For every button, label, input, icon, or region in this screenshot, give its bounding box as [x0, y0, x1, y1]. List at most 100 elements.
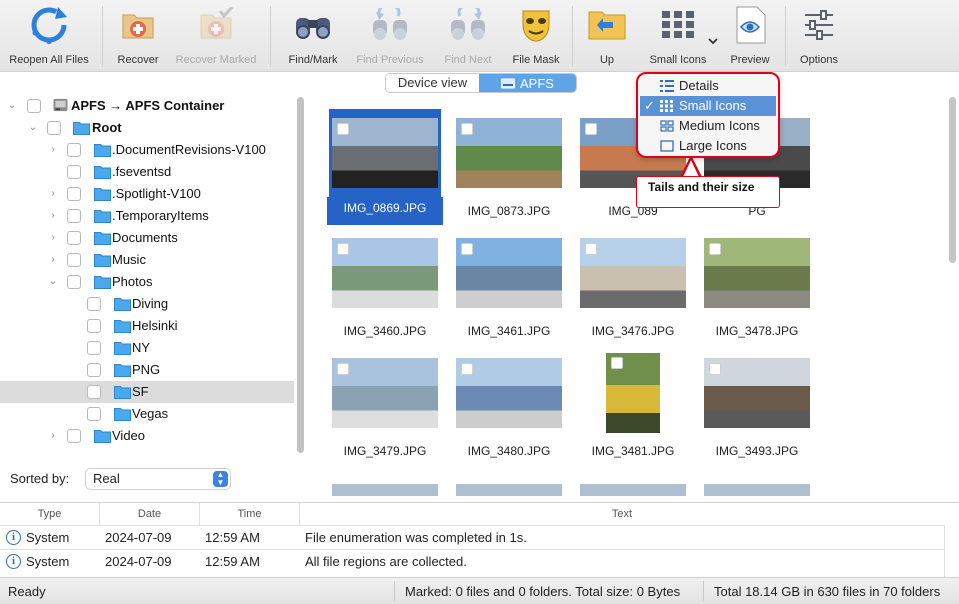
- thumbnail-checkbox[interactable]: [337, 243, 349, 255]
- tree-checkbox[interactable]: [67, 187, 81, 201]
- menu-item-details[interactable]: Details: [640, 76, 776, 96]
- thumbnail-item[interactable]: IMG_3481.JPG: [577, 349, 689, 459]
- tree-row[interactable]: › Documents: [0, 227, 294, 249]
- thumbnail-item[interactable]: IMG_3476.JPG: [577, 229, 689, 339]
- thumbnail-item[interactable]: IMG_3460.JPG: [329, 229, 441, 339]
- find-mark-button[interactable]: Find/Mark: [285, 4, 341, 68]
- chevron-down-icon[interactable]: ⌄: [28, 123, 38, 133]
- chevron-right-icon[interactable]: ›: [48, 145, 58, 155]
- log-row[interactable]: i System 2024-07-09 12:59 AM All file re…: [0, 549, 944, 573]
- chevron-right-icon[interactable]: ›: [48, 211, 58, 221]
- tree-row[interactable]: › .DocumentRevisions-V100: [0, 139, 294, 161]
- reopen-all-files-button[interactable]: Reopen All Files: [8, 4, 90, 68]
- tree-row-root[interactable]: ⌄ Root: [0, 117, 294, 139]
- tree-checkbox[interactable]: [27, 99, 41, 113]
- find-next-button[interactable]: Find Next: [440, 4, 496, 68]
- menu-item-medium-icons[interactable]: Medium Icons: [640, 116, 776, 136]
- preview-button[interactable]: Preview: [728, 4, 772, 68]
- thumbnail-checkbox[interactable]: [709, 363, 721, 375]
- thumbnail-filename: IMG_3480.JPG: [467, 444, 551, 458]
- tree-label: .DocumentRevisions-V100: [112, 142, 266, 157]
- thumbnail-checkbox[interactable]: [611, 357, 623, 369]
- tree-checkbox[interactable]: [87, 319, 101, 333]
- log-row[interactable]: i System 2024-07-09 12:59 AM File enumer…: [0, 525, 944, 549]
- tree-scrollbar[interactable]: [297, 97, 304, 453]
- thumbnail-checkbox[interactable]: [461, 243, 473, 255]
- tree-row[interactable]: Diving: [0, 293, 294, 315]
- tree-row[interactable]: ⌄ Photos: [0, 271, 294, 293]
- tree-checkbox[interactable]: [67, 143, 81, 157]
- tree-checkbox[interactable]: [87, 385, 101, 399]
- thumbnail-item[interactable]: IMG_3461.JPG: [453, 229, 565, 339]
- tree-checkbox[interactable]: [67, 275, 81, 289]
- tree-checkbox[interactable]: [87, 407, 101, 421]
- tree-checkbox[interactable]: [87, 297, 101, 311]
- log-time: 12:59 AM: [205, 530, 260, 545]
- thumbnail-item[interactable]: IMG_0873.JPG: [453, 109, 565, 219]
- up-button[interactable]: Up: [585, 4, 629, 68]
- thumbnail-checkbox[interactable]: [709, 243, 721, 255]
- tree-checkbox[interactable]: [87, 341, 101, 355]
- thumbnail-item[interactable]: IMG_0869.JPG: [327, 109, 443, 225]
- tree-checkbox[interactable]: [67, 231, 81, 245]
- tree-row[interactable]: › .Spotlight-V100: [0, 183, 294, 205]
- tree-row[interactable]: .fseventsd: [0, 161, 294, 183]
- photo-thumbnail: [704, 484, 810, 496]
- thumbnail-checkbox[interactable]: [337, 363, 349, 375]
- tree-checkbox[interactable]: [67, 253, 81, 267]
- device-view-tab[interactable]: Device view: [386, 74, 479, 92]
- thumbnail-item[interactable]: [577, 475, 689, 496]
- chevron-down-icon[interactable]: ⌄: [7, 101, 17, 111]
- thumbnail-item[interactable]: [453, 475, 565, 496]
- thumbnail-checkbox[interactable]: [461, 123, 473, 135]
- file-mask-button[interactable]: File Mask: [508, 4, 564, 68]
- thumbnail-item[interactable]: [701, 475, 813, 496]
- recover-marked-button[interactable]: Recover Marked: [173, 4, 259, 68]
- tree-row[interactable]: NY: [0, 337, 294, 359]
- tree-row[interactable]: Helsinki: [0, 315, 294, 337]
- log-header-type[interactable]: Type: [0, 503, 100, 525]
- grid-scrollbar[interactable]: [949, 97, 956, 263]
- log-header-time[interactable]: Time: [200, 503, 300, 525]
- menu-item-small-icons[interactable]: ✓ Small Icons: [640, 96, 776, 116]
- thumbnail-checkbox[interactable]: [585, 243, 597, 255]
- photo-thumbnail: [332, 484, 438, 496]
- folder-icon: [94, 144, 111, 157]
- tree-row[interactable]: PNG: [0, 359, 294, 381]
- tree-row-container[interactable]: ⌄ APFS → APFS Container: [0, 95, 294, 117]
- thumbnail-item[interactable]: IMG_3480.JPG: [453, 349, 565, 459]
- thumbnail-checkbox[interactable]: [461, 363, 473, 375]
- chevron-right-icon[interactable]: ›: [48, 189, 58, 199]
- thumbnail-item[interactable]: [329, 475, 441, 496]
- tree-row[interactable]: › Video: [0, 425, 294, 447]
- chevron-down-icon[interactable]: ⌄: [48, 277, 58, 287]
- view-mode-chevron-icon[interactable]: [706, 38, 720, 54]
- tree-checkbox[interactable]: [67, 209, 81, 223]
- tree-row[interactable]: › Music: [0, 249, 294, 271]
- sort-select[interactable]: Real ▲ ▼: [85, 468, 231, 490]
- tree-checkbox[interactable]: [47, 121, 61, 135]
- tree-checkbox[interactable]: [87, 363, 101, 377]
- log-header-text[interactable]: Text: [300, 503, 944, 525]
- view-mode-button[interactable]: Small Icons: [648, 4, 708, 68]
- status-total: Total 18.14 GB in 630 files in 70 folder…: [714, 584, 941, 599]
- chevron-right-icon[interactable]: ›: [48, 255, 58, 265]
- tree-checkbox[interactable]: [67, 429, 81, 443]
- thumbnail-checkbox[interactable]: [337, 123, 349, 135]
- thumbnail-item[interactable]: IMG_3478.JPG: [701, 229, 813, 339]
- tree-row[interactable]: SF: [0, 381, 294, 403]
- chevron-right-icon[interactable]: ›: [48, 431, 58, 441]
- apfs-tab[interactable]: APFS: [479, 74, 576, 92]
- thumbnail-item[interactable]: IMG_3479.JPG: [329, 349, 441, 459]
- thumbnail-checkbox[interactable]: [585, 123, 597, 135]
- log-header-date[interactable]: Date: [100, 503, 200, 525]
- menu-item-large-icons[interactable]: Large Icons: [640, 136, 776, 156]
- tree-row[interactable]: › .TemporaryItems: [0, 205, 294, 227]
- tree-checkbox[interactable]: [67, 165, 81, 179]
- thumbnail-item[interactable]: IMG_3493.JPG: [701, 349, 813, 459]
- find-previous-button[interactable]: Find Previous: [352, 4, 428, 68]
- chevron-right-icon[interactable]: ›: [48, 233, 58, 243]
- tree-row[interactable]: Vegas: [0, 403, 294, 425]
- recover-button[interactable]: Recover: [116, 4, 160, 68]
- options-button[interactable]: Options: [797, 4, 841, 68]
